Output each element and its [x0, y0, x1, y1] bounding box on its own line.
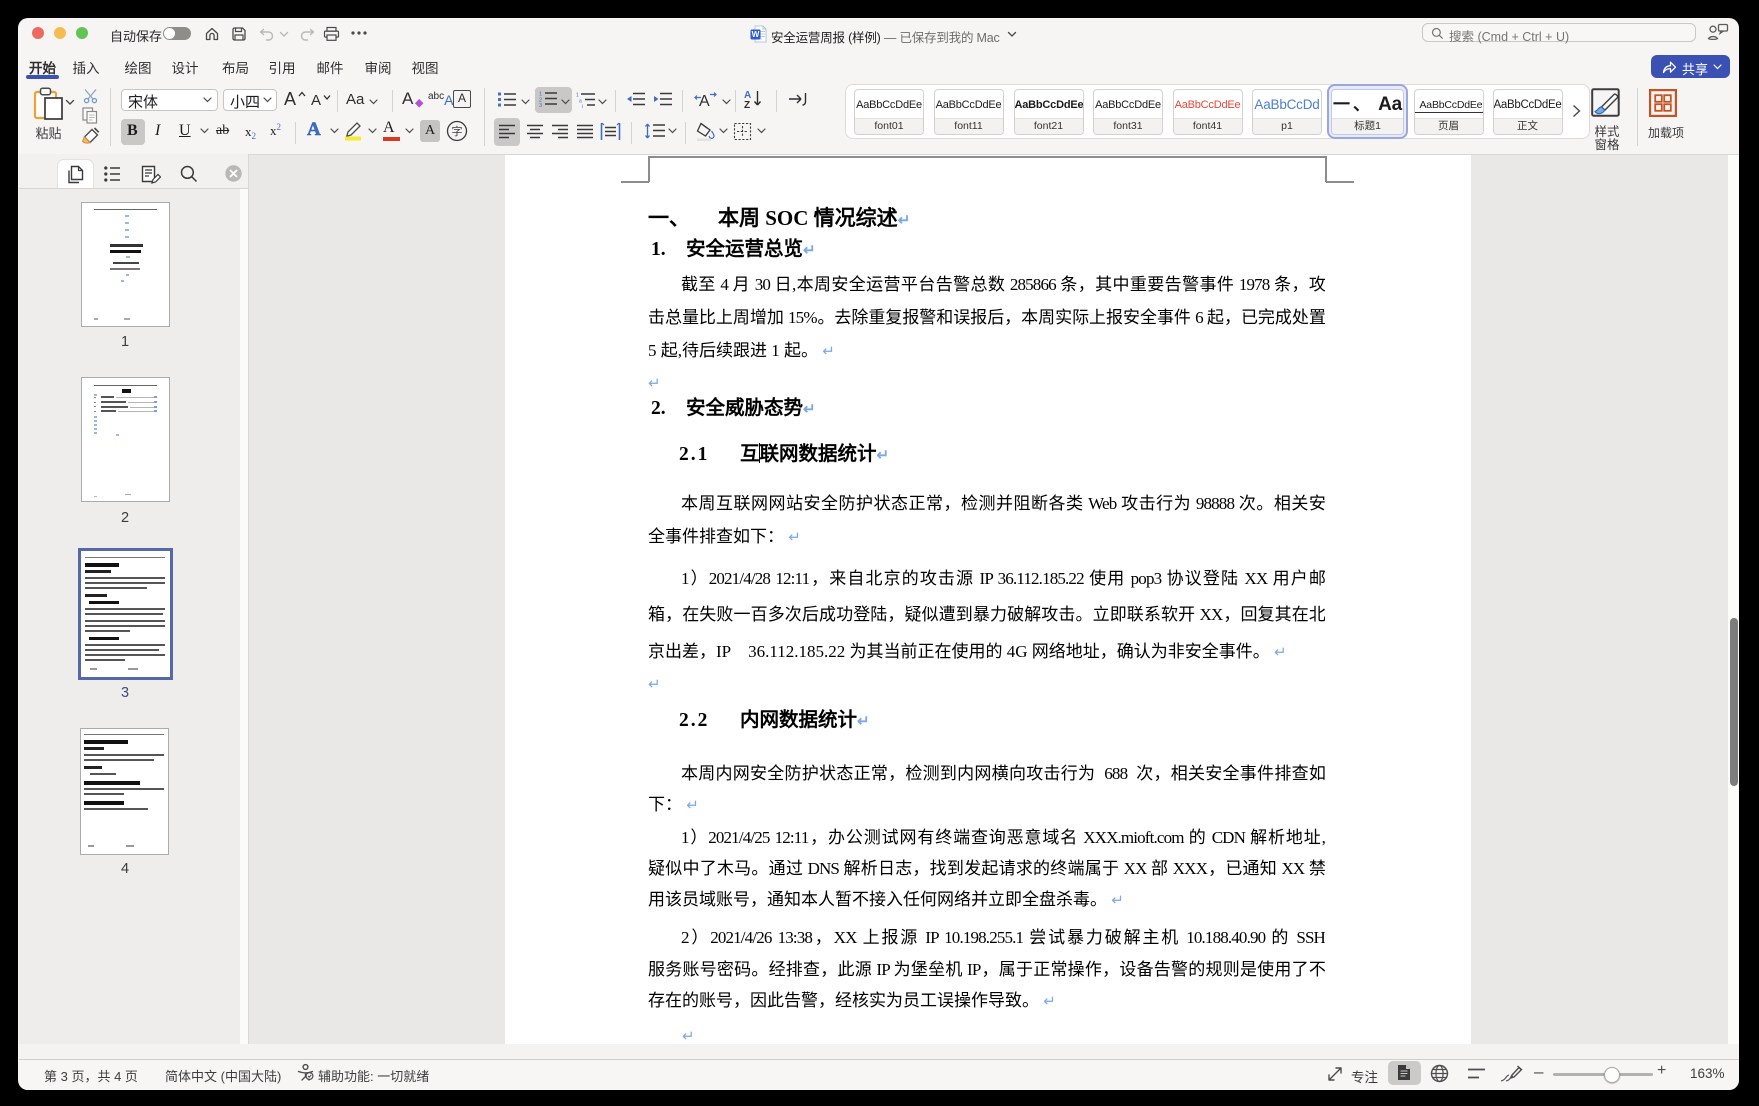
svg-text:3: 3	[539, 103, 542, 107]
svg-text:W: W	[752, 30, 760, 39]
svg-text:A: A	[699, 93, 710, 108]
svg-text:i: i	[582, 104, 583, 108]
svg-text:字: 字	[452, 124, 463, 138]
svg-text:Z: Z	[744, 100, 750, 109]
